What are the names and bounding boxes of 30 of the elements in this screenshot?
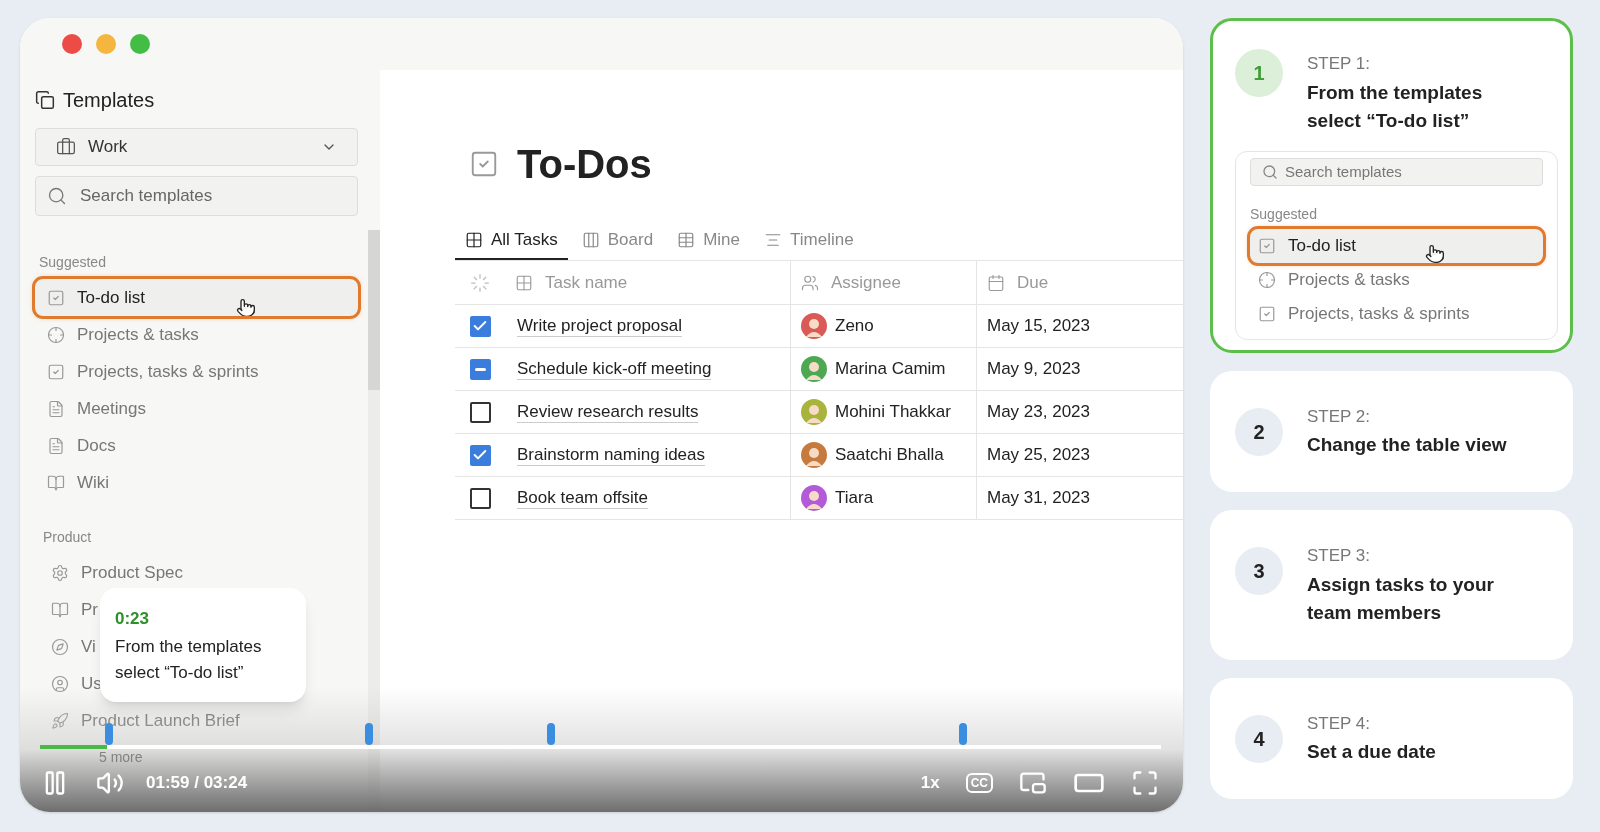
due-date: May 15, 2023: [987, 315, 1090, 338]
due-date: May 31, 2023: [987, 487, 1090, 510]
step-title: From the templates select “To-do list”: [1307, 80, 1484, 133]
tooltip-time: 0:23: [115, 608, 151, 630]
step-title: Assign tasks to your team members: [1307, 572, 1495, 625]
step-title: Change the table view: [1307, 433, 1508, 457]
step-number: 2: [1235, 407, 1283, 456]
step-label: STEP 2:: [1307, 405, 1371, 428]
due-date: May 25, 2023: [987, 444, 1090, 467]
assignee-name: Zeno: [835, 315, 874, 338]
assignee-name: Saatchi Bhalla: [835, 444, 944, 467]
page-title: To-Dos: [517, 144, 652, 184]
step-label: STEP 1:: [1307, 53, 1371, 75]
assignee-name: Mohini Thakkar: [835, 401, 951, 424]
section-heading: Product: [42, 528, 93, 547]
playback-time: 01:59 / 03:24: [146, 772, 248, 795]
step-label: STEP 3:: [1307, 545, 1371, 567]
assignee-name: Marina Camim: [835, 358, 946, 381]
step-number: 3: [1235, 547, 1283, 595]
sidebar-title: Templates: [63, 88, 155, 113]
section-heading: Suggested: [1250, 204, 1318, 224]
due-date: May 23, 2023: [987, 401, 1090, 424]
tooltip-text: From the templates select “To-do list”: [115, 635, 263, 684]
step-label: STEP 4:: [1307, 712, 1371, 735]
step-title: Set a due date: [1307, 740, 1437, 764]
step-number: 4: [1235, 714, 1283, 763]
assignee-name: Tiara: [835, 487, 874, 510]
step-number: 1: [1235, 49, 1283, 97]
due-date: May 9, 2023: [987, 358, 1081, 381]
section-heading: Suggested: [38, 253, 107, 272]
